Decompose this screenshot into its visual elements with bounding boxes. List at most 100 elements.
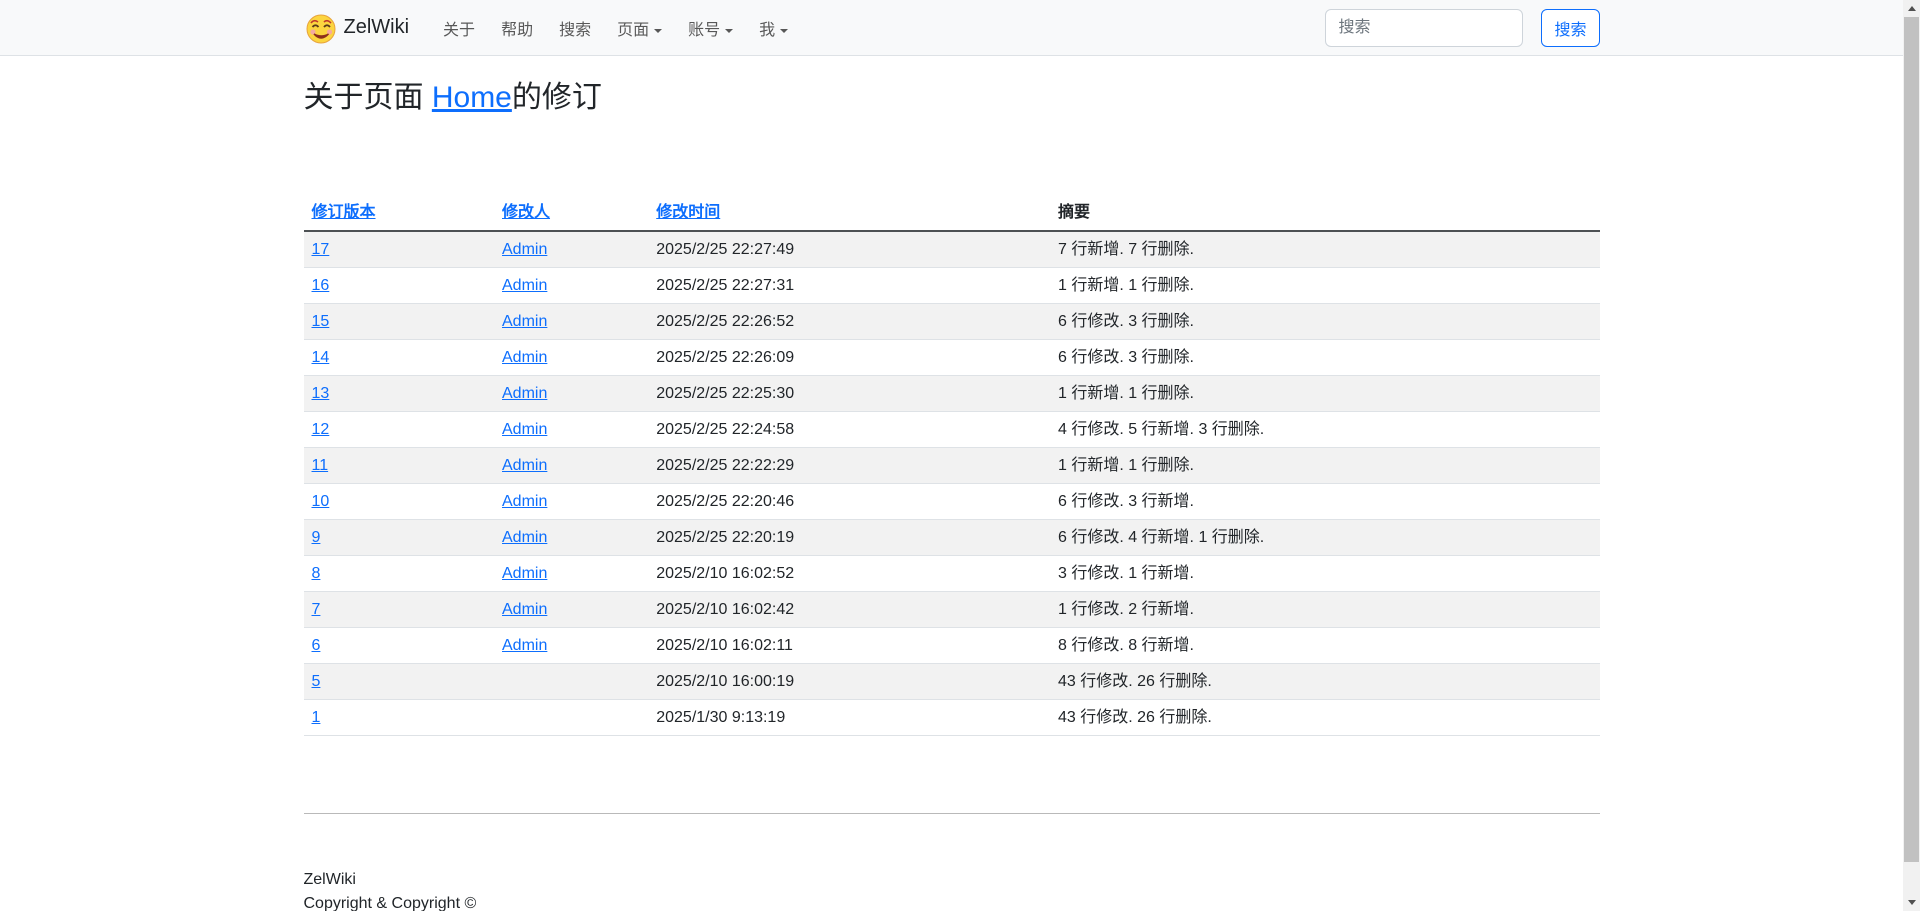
table-row: 16 Admin 2025/2/25 22:27:311 行新增. 1 行删除. [304,267,1600,303]
revision-link[interactable]: 5 [312,673,321,690]
summary: 3 行修改. 1 行新增. [1050,555,1600,591]
modified-time: 2025/1/30 9:13:19 [648,699,1050,735]
modified-time: 2025/2/10 16:00:19 [648,663,1050,699]
revision-link[interactable]: 11 [312,457,329,474]
summary: 6 行修改. 3 行删除. [1050,339,1600,375]
revision-link[interactable]: 16 [312,277,330,294]
table-row: 15Admin2025/2/25 22:26:526 行修改. 3 行删除. [304,303,1600,339]
table-row: 13 Admin 2025/2/25 22:25:301 行新增. 1 行删除. [304,375,1600,411]
modified-time: 2025/2/25 22:24:58 [648,411,1050,447]
revision-link[interactable]: 8 [312,565,321,582]
footer-copyright: Copyright & Copyright © [304,892,1600,911]
author-link[interactable]: Admin [502,277,547,294]
modified-time: 2025/2/10 16:02:42 [648,591,1050,627]
author-link[interactable]: Admin [502,385,547,402]
nav-item-4[interactable]: 账号 [678,14,743,47]
scroll-up-button[interactable] [1903,0,1920,17]
author-empty [494,663,648,699]
sort-link[interactable]: 修订版本 [312,204,376,221]
modified-time: 2025/2/25 22:27:31 [648,267,1050,303]
nav-item-0[interactable]: 关于 [433,14,485,47]
home-page-link[interactable]: Home [432,81,512,114]
author-link[interactable]: Admin [502,565,547,582]
scroll-down-button[interactable] [1903,894,1920,911]
page-title: 关于页面 Home的修订 [304,78,1600,118]
summary: 1 行新增. 1 行删除. [1050,447,1600,483]
revision-link[interactable]: 13 [312,385,330,402]
column-header-0: 修订版本 [304,194,495,231]
modified-time: 2025/2/25 22:25:30 [648,375,1050,411]
page-title-prefix: 关于页面 [304,81,432,114]
sort-link[interactable]: 修改人 [502,204,550,221]
table-row: 11 Admin 2025/2/25 22:22:291 行新增. 1 行删除. [304,447,1600,483]
summary: 7 行新增. 7 行删除. [1050,231,1600,268]
summary: 43 行修改. 26 行删除. [1050,699,1600,735]
summary: 1 行新增. 1 行删除. [1050,267,1600,303]
author-link[interactable]: Admin [502,529,547,546]
modified-time: 2025/2/25 22:26:09 [648,339,1050,375]
table-row: 10 Admin 2025/2/25 22:20:466 行修改. 3 行新增. [304,483,1600,519]
revision-link[interactable]: 14 [312,349,330,366]
summary: 43 行修改. 26 行删除. [1050,663,1600,699]
author-link[interactable]: Admin [502,493,547,510]
nav-item-1[interactable]: 帮助 [491,14,543,47]
author-link[interactable]: Admin [502,601,547,618]
page: ZelWiki 关于帮助搜索页面账号我 搜索 关于页面 Home的修订 修订版本… [0,0,1903,911]
scrollbar-thumb[interactable] [1904,17,1919,862]
revision-link[interactable]: 7 [312,601,321,618]
navbar: ZelWiki 关于帮助搜索页面账号我 搜索 [0,0,1903,56]
brand-text: ZelWiki [344,16,410,39]
sort-link[interactable]: 修改时间 [656,204,720,221]
revision-link[interactable]: 15 [312,313,330,330]
author-link[interactable]: Admin [502,637,547,654]
footer-brand: ZelWiki [304,868,1600,892]
summary: 8 行修改. 8 行新增. [1050,627,1600,663]
search-input[interactable] [1325,9,1523,47]
chevron-down-icon [780,29,788,33]
modified-time: 2025/2/25 22:20:46 [648,483,1050,519]
footer: ZelWiki Copyright & Copyright © [304,868,1600,911]
table-row: 8 Admin 2025/2/10 16:02:523 行修改. 1 行新增. [304,555,1600,591]
table-header-row: 修订版本修改人修改时间摘要 [304,194,1600,231]
revision-link[interactable]: 6 [312,637,321,654]
table-row: 6 Admin 2025/2/10 16:02:118 行修改. 8 行新增. [304,627,1600,663]
search-button[interactable]: 搜索 [1541,9,1599,47]
nav-item-2[interactable]: 搜索 [549,14,601,47]
author-link[interactable]: Admin [502,349,547,366]
footer-divider [304,813,1600,814]
summary: 4 行修改. 5 行新增. 3 行删除. [1050,411,1600,447]
modified-time: 2025/2/25 22:22:29 [648,447,1050,483]
summary: 6 行修改. 3 行删除. [1050,303,1600,339]
table-row: 1 2025/1/30 9:13:1943 行修改. 26 行删除. [304,699,1600,735]
navbar-search-form: 搜索 [1325,9,1599,47]
revision-link[interactable]: 9 [312,529,321,546]
revision-link[interactable]: 12 [312,421,330,438]
author-link[interactable]: Admin [502,241,547,258]
modified-time: 2025/2/25 22:27:49 [648,231,1050,268]
modified-time: 2025/2/25 22:20:19 [648,519,1050,555]
table-row: 9 Admin 2025/2/25 22:20:196 行修改. 4 行新增. 1 … [304,519,1600,555]
author-link[interactable]: Admin [502,313,547,330]
smiley-logo-icon [304,11,338,45]
revision-link[interactable]: 1 [312,709,321,726]
author-link[interactable]: Admin [502,421,547,438]
column-header-2: 修改时间 [648,194,1050,231]
column-header-1: 修改人 [494,194,648,231]
brand-link[interactable]: ZelWiki [304,11,410,45]
author-link[interactable]: Admin [502,457,547,474]
vertical-scrollbar[interactable] [1903,0,1920,911]
table-row: 17 Admin 2025/2/25 22:27:497 行新增. 7 行删除. [304,231,1600,268]
revision-table: 修订版本修改人修改时间摘要 17Admin2025/2/25 22:27:497… [304,194,1600,736]
nav-item-3[interactable]: 页面 [607,14,672,47]
revision-link[interactable]: 17 [312,241,330,258]
summary: 6 行修改. 4 行新增. 1 行删除. [1050,519,1600,555]
nav-item-5[interactable]: 我 [749,14,798,47]
table-row: 5 2025/2/10 16:00:1943 行修改. 26 行删除. [304,663,1600,699]
modified-time: 2025/2/10 16:02:11 [648,627,1050,663]
chevron-down-icon [725,29,733,33]
modified-time: 2025/2/10 16:02:52 [648,555,1050,591]
summary: 6 行修改. 3 行新增. [1050,483,1600,519]
summary: 1 行新增. 1 行删除. [1050,375,1600,411]
navbar-menu: 关于帮助搜索页面账号我 [433,16,804,40]
revision-link[interactable]: 10 [312,493,330,510]
